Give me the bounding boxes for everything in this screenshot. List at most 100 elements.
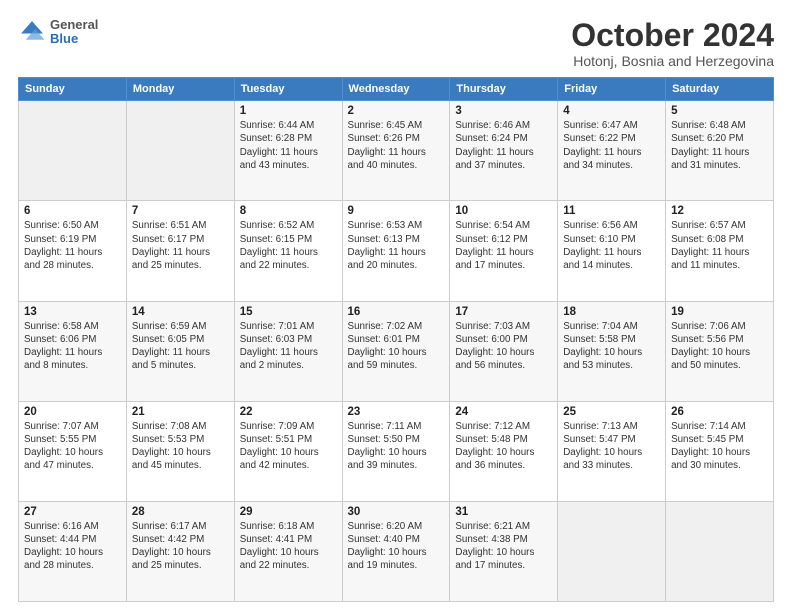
cell-day-number: 6 [24, 205, 121, 217]
calendar-cell: 8 Sunrise: 6:52 AMSunset: 6:15 PMDaylight… [234, 201, 342, 301]
cell-day-number: 22 [240, 406, 337, 418]
cell-day-number: 25 [563, 406, 660, 418]
weekday-header-sunday: Sunday [19, 78, 127, 101]
cell-day-number: 31 [455, 506, 552, 518]
cell-day-number: 1 [240, 105, 337, 117]
header: General Blue October 2024 Hotonj, Bosnia… [18, 18, 774, 69]
logo-general-text: General [50, 18, 98, 32]
calendar-cell: 12Sunrise: 6:57 AMSunset: 6:08 PMDayligh… [666, 201, 774, 301]
cell-day-number: 8 [240, 205, 337, 217]
cell-day-number: 29 [240, 506, 337, 518]
week-row-4: 27 Sunrise: 6:16 AMSunset: 4:44 PMDayligh… [19, 501, 774, 601]
cell-day-number: 21 [132, 406, 229, 418]
cell-info: Sunrise: 6:53 AMSunset: 6:13 PMDaylight:… [348, 219, 445, 272]
calendar-cell [126, 101, 234, 201]
calendar-cell: 21 Sunrise: 7:08 AMSunset: 5:53 PMDayligh… [126, 401, 234, 501]
calendar-cell: 9 Sunrise: 6:53 AMSunset: 6:13 PMDaylight… [342, 201, 450, 301]
cell-day-number: 10 [455, 205, 552, 217]
cell-day-number: 23 [348, 406, 445, 418]
weekday-header-friday: Friday [558, 78, 666, 101]
cell-day-number: 13 [24, 306, 121, 318]
calendar-cell: 3 Sunrise: 6:46 AMSunset: 6:24 PMDaylight… [450, 101, 558, 201]
calendar-body: 1 Sunrise: 6:44 AMSunset: 6:28 PMDaylight… [19, 101, 774, 602]
cell-day-number: 20 [24, 406, 121, 418]
week-row-1: 6 Sunrise: 6:50 AMSunset: 6:19 PMDaylight… [19, 201, 774, 301]
calendar-cell: 5 Sunrise: 6:48 AMSunset: 6:20 PMDaylight… [666, 101, 774, 201]
calendar-cell: 17 Sunrise: 7:03 AMSunset: 6:00 PMDayligh… [450, 301, 558, 401]
calendar-cell: 29 Sunrise: 6:18 AMSunset: 4:41 PMDayligh… [234, 501, 342, 601]
calendar-cell: 24Sunrise: 7:12 AMSunset: 5:48 PMDayligh… [450, 401, 558, 501]
cell-day-number: 11 [563, 205, 660, 217]
cell-day-number: 16 [348, 306, 445, 318]
cell-info: Sunrise: 7:01 AMSunset: 6:03 PMDaylight:… [240, 320, 337, 373]
cell-info: Sunrise: 6:56 AMSunset: 6:10 PMDaylight:… [563, 219, 660, 272]
calendar-cell: 27 Sunrise: 6:16 AMSunset: 4:44 PMDayligh… [19, 501, 127, 601]
calendar-cell: 6 Sunrise: 6:50 AMSunset: 6:19 PMDaylight… [19, 201, 127, 301]
cell-info: Sunrise: 6:17 AMSunset: 4:42 PMDaylight:… [132, 520, 229, 573]
title-location: Hotonj, Bosnia and Herzegovina [571, 53, 774, 69]
calendar-cell: 23 Sunrise: 7:11 AMSunset: 5:50 PMDayligh… [342, 401, 450, 501]
calendar-cell: 4Sunrise: 6:47 AMSunset: 6:22 PMDaylight… [558, 101, 666, 201]
cell-day-number: 5 [671, 105, 768, 117]
weekday-header-monday: Monday [126, 78, 234, 101]
calendar-cell: 1 Sunrise: 6:44 AMSunset: 6:28 PMDaylight… [234, 101, 342, 201]
cell-info: Sunrise: 6:52 AMSunset: 6:15 PMDaylight:… [240, 219, 337, 272]
cell-day-number: 26 [671, 406, 768, 418]
calendar-cell: 31 Sunrise: 6:21 AMSunset: 4:38 PMDayligh… [450, 501, 558, 601]
calendar-cell [19, 101, 127, 201]
cell-day-number: 19 [671, 306, 768, 318]
cell-day-number: 3 [455, 105, 552, 117]
cell-info: Sunrise: 6:45 AMSunset: 6:26 PMDaylight:… [348, 119, 445, 172]
cell-info: Sunrise: 6:16 AMSunset: 4:44 PMDaylight:… [24, 520, 121, 573]
cell-day-number: 17 [455, 306, 552, 318]
cell-info: Sunrise: 6:50 AMSunset: 6:19 PMDaylight:… [24, 219, 121, 272]
cell-day-number: 30 [348, 506, 445, 518]
week-row-0: 1 Sunrise: 6:44 AMSunset: 6:28 PMDaylight… [19, 101, 774, 201]
week-row-3: 20Sunrise: 7:07 AMSunset: 5:55 PMDayligh… [19, 401, 774, 501]
cell-info: Sunrise: 6:44 AMSunset: 6:28 PMDaylight:… [240, 119, 337, 172]
cell-info: Sunrise: 7:11 AMSunset: 5:50 PMDaylight:… [348, 420, 445, 473]
cell-info: Sunrise: 6:46 AMSunset: 6:24 PMDaylight:… [455, 119, 552, 172]
weekday-row: SundayMondayTuesdayWednesdayThursdayFrid… [19, 78, 774, 101]
cell-info: Sunrise: 7:02 AMSunset: 6:01 PMDaylight:… [348, 320, 445, 373]
cell-day-number: 2 [348, 105, 445, 117]
cell-info: Sunrise: 6:18 AMSunset: 4:41 PMDaylight:… [240, 520, 337, 573]
cell-info: Sunrise: 7:09 AMSunset: 5:51 PMDaylight:… [240, 420, 337, 473]
cell-info: Sunrise: 6:48 AMSunset: 6:20 PMDaylight:… [671, 119, 768, 172]
cell-day-number: 7 [132, 205, 229, 217]
cell-info: Sunrise: 7:12 AMSunset: 5:48 PMDaylight:… [455, 420, 552, 473]
weekday-header-wednesday: Wednesday [342, 78, 450, 101]
calendar-cell: 20Sunrise: 7:07 AMSunset: 5:55 PMDayligh… [19, 401, 127, 501]
weekday-header-thursday: Thursday [450, 78, 558, 101]
calendar-cell: 18Sunrise: 7:04 AMSunset: 5:58 PMDayligh… [558, 301, 666, 401]
calendar-cell: 2 Sunrise: 6:45 AMSunset: 6:26 PMDaylight… [342, 101, 450, 201]
logo: General Blue [18, 18, 98, 47]
cell-day-number: 9 [348, 205, 445, 217]
calendar-cell: 14Sunrise: 6:59 AMSunset: 6:05 PMDayligh… [126, 301, 234, 401]
calendar-header: SundayMondayTuesdayWednesdayThursdayFrid… [19, 78, 774, 101]
cell-info: Sunrise: 6:54 AMSunset: 6:12 PMDaylight:… [455, 219, 552, 272]
cell-day-number: 27 [24, 506, 121, 518]
calendar-cell: 11 Sunrise: 6:56 AMSunset: 6:10 PMDayligh… [558, 201, 666, 301]
calendar-cell: 13Sunrise: 6:58 AMSunset: 6:06 PMDayligh… [19, 301, 127, 401]
weekday-header-saturday: Saturday [666, 78, 774, 101]
cell-info: Sunrise: 6:57 AMSunset: 6:08 PMDaylight:… [671, 219, 768, 272]
cell-info: Sunrise: 7:03 AMSunset: 6:00 PMDaylight:… [455, 320, 552, 373]
calendar-cell: 26Sunrise: 7:14 AMSunset: 5:45 PMDayligh… [666, 401, 774, 501]
calendar-cell [666, 501, 774, 601]
logo-text: General Blue [50, 18, 98, 47]
logo-icon [18, 18, 46, 46]
cell-day-number: 4 [563, 105, 660, 117]
cell-info: Sunrise: 7:13 AMSunset: 5:47 PMDaylight:… [563, 420, 660, 473]
page: General Blue October 2024 Hotonj, Bosnia… [0, 0, 792, 612]
cell-info: Sunrise: 7:08 AMSunset: 5:53 PMDaylight:… [132, 420, 229, 473]
calendar-cell: 25 Sunrise: 7:13 AMSunset: 5:47 PMDayligh… [558, 401, 666, 501]
calendar-cell: 16 Sunrise: 7:02 AMSunset: 6:01 PMDayligh… [342, 301, 450, 401]
calendar-cell: 28 Sunrise: 6:17 AMSunset: 4:42 PMDayligh… [126, 501, 234, 601]
calendar-cell: 15Sunrise: 7:01 AMSunset: 6:03 PMDayligh… [234, 301, 342, 401]
cell-day-number: 28 [132, 506, 229, 518]
cell-day-number: 18 [563, 306, 660, 318]
calendar-cell: 19 Sunrise: 7:06 AMSunset: 5:56 PMDayligh… [666, 301, 774, 401]
cell-info: Sunrise: 7:06 AMSunset: 5:56 PMDaylight:… [671, 320, 768, 373]
cell-info: Sunrise: 6:21 AMSunset: 4:38 PMDaylight:… [455, 520, 552, 573]
